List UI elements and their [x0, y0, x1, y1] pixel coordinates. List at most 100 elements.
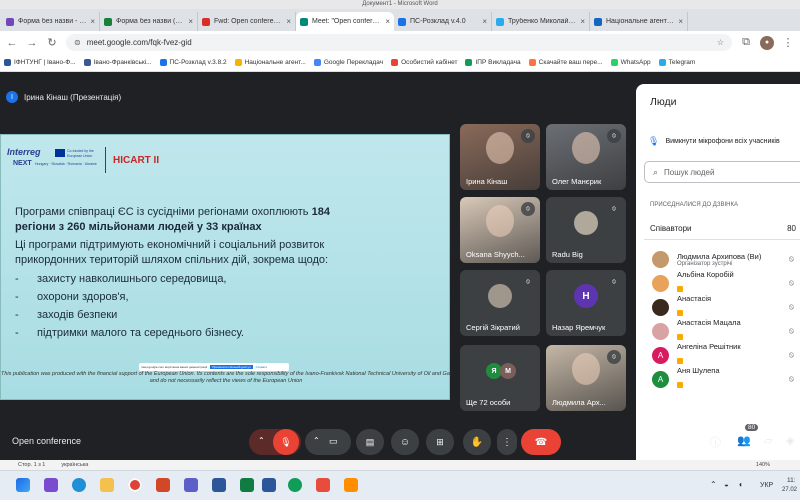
participant-tile[interactable]: Я М Ще 72 особи [460, 345, 540, 411]
powerpoint-icon[interactable] [156, 478, 170, 492]
language-indicator[interactable]: УКР [760, 482, 773, 489]
address-bar[interactable]: ⊜ meet.google.com/fqk-fvez-gid ☆ [66, 34, 732, 51]
site-info-icon[interactable]: ⊜ [74, 38, 81, 47]
participant-tile[interactable]: ⦸ Людмила Арх... [546, 345, 626, 411]
mic-off-icon[interactable]: ⦸ [789, 278, 794, 288]
bookmark-item[interactable]: Google Перекладач [313, 59, 383, 66]
forward-icon[interactable]: → [26, 37, 38, 49]
app-icon-4[interactable] [316, 478, 330, 492]
bookmark-item[interactable]: ІФНТУНГ | Івано-Ф... [4, 59, 76, 66]
participant-tile[interactable]: ⦸ Сергій Зікратий [460, 270, 540, 336]
mic-off-icon[interactable]: ⦸ [789, 302, 794, 312]
group-row[interactable]: Співавтори 80 [644, 218, 800, 240]
presentation-slide[interactable]: Interreg NEXT Hungary · Slovakia · Roman… [0, 134, 451, 400]
mic-off-icon[interactable]: ⦸ [789, 350, 794, 360]
windows-start-icon[interactable] [16, 478, 30, 492]
mic-off-icon[interactable]: ⦸ [789, 326, 794, 336]
mic-off-icon[interactable]: ⦸ [789, 254, 794, 264]
browser-tab[interactable]: Трубенко Миколайович × [492, 12, 590, 31]
bookmark-star-icon[interactable]: ☆ [717, 38, 724, 47]
emoji-button[interactable]: ☺ [391, 429, 419, 455]
presenter-label: І Ірина Кінаш (Презентація) [6, 88, 216, 106]
chrome-icon-2[interactable] [288, 478, 302, 492]
activities-icon[interactable]: ◈ [786, 434, 794, 447]
mic-off-button[interactable]: 🎙 [273, 429, 299, 455]
bookmark-item[interactable]: Telegram [658, 59, 695, 66]
participant-tile[interactable]: Н ⦸ Назар Яремчук [546, 270, 626, 336]
app-icon-2[interactable] [184, 478, 198, 492]
network-icon[interactable]: ◒ [724, 480, 729, 489]
browser-tab[interactable]: ПС-Розклад v.4.0 × [394, 12, 492, 31]
browser-menu-icon[interactable]: ⋮ [782, 36, 794, 49]
bookmark-favicon-icon [658, 59, 666, 66]
profile-avatar[interactable]: ● [760, 35, 774, 50]
browser-tab-strip: Форма без назви - Google×Форма без назви… [0, 9, 800, 31]
mic-off-icon[interactable]: ⦸ [789, 374, 794, 384]
bookmark-item[interactable]: Особистий кабінет [391, 59, 457, 66]
app-icon-3[interactable] [240, 478, 254, 492]
member-row[interactable]: А Ангеліна Решітник ⦸ [652, 342, 800, 366]
close-tab-icon[interactable]: × [385, 17, 390, 26]
reload-icon[interactable]: ↻ [46, 36, 58, 49]
bookmark-item[interactable]: WhatsApp [610, 59, 651, 66]
clock-date[interactable]: 27.02 [782, 487, 797, 493]
stop-sharing-button[interactable]: Припинити спільний доступ [210, 365, 253, 369]
camera-button[interactable]: ▭ [329, 436, 338, 447]
word-icon[interactable] [212, 478, 226, 492]
chat-icon[interactable]: ▱ [764, 434, 772, 447]
edge-icon[interactable] [72, 478, 86, 492]
bookmark-item[interactable]: Івано-Франківські... [83, 59, 152, 66]
close-tab-icon[interactable]: × [580, 17, 585, 26]
more-options-button[interactable]: ⋮ [497, 429, 517, 455]
file-explorer-icon[interactable] [100, 478, 114, 492]
captions-button[interactable]: ▤ [356, 429, 384, 455]
app-icon-1[interactable] [44, 478, 58, 492]
mute-all-row[interactable]: 🎙 Вимкнути мікрофони всіх учасників [648, 132, 800, 150]
close-tab-icon[interactable]: × [678, 17, 683, 26]
extensions-icon[interactable]: ⧉ [740, 36, 752, 49]
browser-tab[interactable]: Fwd: Open conference × [198, 12, 296, 31]
browser-tab[interactable]: Meet: "Open conference" × [296, 12, 394, 31]
bullet-marker: - [15, 273, 19, 285]
raise-hand-button[interactable]: ✋ [463, 429, 491, 455]
people-search[interactable]: ⌕ Пошук людей [644, 161, 800, 183]
hide-banner-button[interactable]: Сховати [256, 365, 268, 369]
cohost-badge-icon [677, 357, 683, 364]
participant-tile[interactable]: ⦸ Олег Манєрик [546, 124, 626, 190]
leave-call-button[interactable]: ☎ [521, 429, 561, 455]
member-row[interactable]: Анастасія ⦸ [652, 294, 800, 318]
member-row[interactable]: Анастасія Мацала ⦸ [652, 318, 800, 342]
close-tab-icon[interactable]: × [188, 17, 193, 26]
avatar [652, 298, 669, 316]
close-tab-icon[interactable]: × [482, 17, 487, 26]
participant-tile[interactable]: ⦸ Ірина Кінаш [460, 124, 540, 190]
bookmark-item[interactable]: ІПР Викладача [465, 59, 521, 66]
people-icon[interactable]: 👥 [737, 434, 751, 447]
tray-chevron-icon[interactable]: ⌃ [710, 480, 717, 489]
info-icon[interactable]: ⓘ [710, 434, 721, 450]
close-tab-icon[interactable]: × [90, 17, 95, 26]
mic-off-icon: ⦸ [607, 129, 621, 143]
bookmark-item[interactable]: Скачайте ваш пере... [528, 59, 603, 66]
member-row[interactable]: А Аня Шулепа ⦸ [652, 366, 800, 390]
chevron-up-icon[interactable]: ⌃ [258, 436, 265, 445]
present-button[interactable]: ⊞ [426, 429, 454, 455]
back-icon[interactable]: ← [6, 37, 18, 49]
camera-chevron-icon[interactable]: ⌃ [313, 436, 320, 445]
volume-icon[interactable]: ◖ [738, 480, 743, 489]
bookmark-item[interactable]: Національне агент... [234, 59, 306, 66]
member-row[interactable]: Альбіна Коробій ⦸ [652, 270, 800, 294]
participant-tile[interactable]: ⦸ Oksana Shyych... [460, 197, 540, 263]
word-icon-2[interactable] [262, 478, 276, 492]
close-tab-icon[interactable]: × [286, 17, 291, 26]
browser-tab[interactable]: Форма без назви (Відповіді)× [100, 12, 198, 31]
participant-tile[interactable]: ⦸ Radu Big [546, 197, 626, 263]
app-icon-5[interactable] [344, 478, 358, 492]
browser-tab[interactable]: Національне агентство × [590, 12, 688, 31]
chrome-icon[interactable] [128, 478, 142, 492]
bookmark-item[interactable]: ПС-Розклад v.3.8.2 [159, 59, 227, 66]
member-row[interactable]: Людмила Архипова (Ви) Організатор зустріч… [652, 248, 800, 270]
avatar [652, 322, 669, 340]
browser-tab[interactable]: Форма без назви - Google× [2, 12, 100, 31]
clock-time[interactable]: 11: [787, 477, 796, 484]
